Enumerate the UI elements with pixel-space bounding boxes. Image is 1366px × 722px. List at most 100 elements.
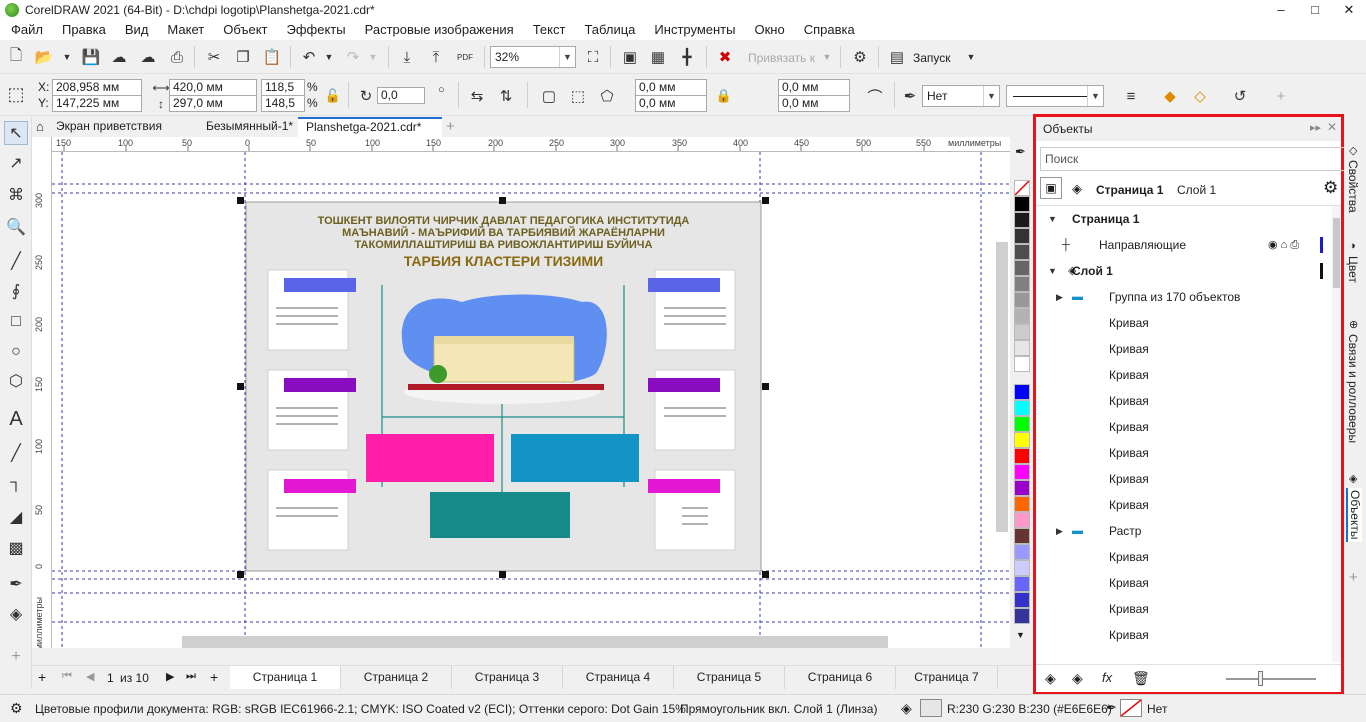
objects-tree-row[interactable]: Кривая bbox=[1036, 414, 1332, 440]
new-layer-icon[interactable]: ◈ bbox=[1045, 670, 1056, 687]
palette-swatch[interactable] bbox=[1014, 544, 1030, 560]
palette-swatch[interactable] bbox=[1014, 496, 1030, 512]
snap-to-label[interactable]: Привязать к bbox=[748, 51, 815, 65]
drawing-canvas[interactable]: ТОШКЕНТ ВИЛОЯТИ ЧИРЧИК ДАВЛАТ ПЕДАГОГИКА… bbox=[52, 152, 1010, 648]
scalloped-corner-icon[interactable]: ⬚ bbox=[567, 85, 589, 107]
full-screen-preview-icon[interactable]: ▣ bbox=[619, 46, 641, 68]
palette-swatch[interactable] bbox=[1014, 608, 1030, 624]
tab-untitled-1[interactable]: Безымянный-1* bbox=[182, 117, 298, 137]
to-front-icon[interactable]: ◆ bbox=[1159, 85, 1181, 107]
cut-icon[interactable]: ✂ bbox=[203, 46, 225, 68]
current-page-label[interactable]: Страница 1 bbox=[1096, 183, 1163, 197]
palette-swatch[interactable] bbox=[1014, 560, 1030, 576]
paste-icon[interactable]: 📋 bbox=[261, 46, 283, 68]
launch-label[interactable]: Запуск bbox=[913, 51, 951, 65]
palette-swatch[interactable] bbox=[1014, 196, 1030, 212]
prev-page-icon[interactable]: ◀ bbox=[86, 670, 94, 683]
menu-table[interactable]: Таблица bbox=[578, 20, 641, 40]
objects-tree-row[interactable]: Кривая bbox=[1036, 570, 1332, 596]
color-settings-gear-icon[interactable]: ⚙ bbox=[10, 700, 23, 717]
corner-radius-top-right[interactable]: 0,0 мм bbox=[778, 79, 850, 96]
palette-swatch[interactable] bbox=[1014, 308, 1030, 324]
corner-radius-bottom-left[interactable]: 0,0 мм bbox=[635, 95, 707, 112]
freehand-tool-icon[interactable]: ╱ bbox=[4, 249, 28, 273]
drop-shadow-tool-icon[interactable]: ◢ bbox=[4, 505, 28, 529]
add-page-after-icon[interactable]: + bbox=[210, 669, 218, 685]
polygon-tool-icon[interactable]: ⬡ bbox=[4, 369, 28, 393]
palette-swatch[interactable] bbox=[1014, 276, 1030, 292]
menu-object[interactable]: Объект bbox=[217, 20, 273, 40]
mirror-horizontal-icon[interactable]: ⇆ bbox=[466, 85, 488, 107]
import-icon[interactable]: ⤓ bbox=[396, 46, 418, 68]
connector-tool-icon[interactable]: ┐ bbox=[4, 471, 28, 495]
expand-right-icon[interactable]: ▶ bbox=[1056, 284, 1063, 310]
chamfered-corner-icon[interactable]: ⬠ bbox=[596, 85, 618, 107]
next-page-icon[interactable]: ▶ bbox=[166, 670, 174, 683]
new-symbol-icon[interactable]: fx bbox=[1102, 670, 1112, 685]
y-position-field[interactable]: 147,225 мм bbox=[52, 95, 142, 112]
new-document-icon[interactable]: 🗋 bbox=[5, 46, 27, 68]
zoom-to-page-icon[interactable]: ⛶ bbox=[582, 46, 604, 68]
tab-planshetga[interactable]: Planshetga-2021.cdr* bbox=[298, 117, 442, 137]
objects-tree-row[interactable]: ┼ Направляющие ◉ ⌂ ⎙ bbox=[1036, 232, 1332, 258]
zoom-tool-icon[interactable]: 🔍 bbox=[4, 215, 28, 239]
add-docker-icon[interactable]: + bbox=[1349, 569, 1358, 586]
mirror-vertical-icon[interactable]: ⇅ bbox=[495, 85, 517, 107]
delete-icon[interactable]: 🗑 bbox=[1132, 670, 1150, 687]
palette-swatch[interactable] bbox=[1014, 260, 1030, 276]
thumbnail-size-slider-handle[interactable] bbox=[1258, 671, 1263, 686]
objects-tree-row[interactable]: Кривая bbox=[1036, 388, 1332, 414]
objects-tree-row[interactable]: Кривая bbox=[1036, 362, 1332, 388]
page-tab[interactable]: Страница 7 bbox=[896, 666, 998, 689]
palette-swatch[interactable] bbox=[1014, 432, 1030, 448]
transparency-tool-icon[interactable]: ▩ bbox=[4, 536, 28, 560]
menu-bitmaps[interactable]: Растровые изображения bbox=[359, 20, 520, 40]
maximize-button[interactable]: □ bbox=[1298, 0, 1332, 20]
page-tab[interactable]: Страница 4 bbox=[563, 666, 674, 689]
palette-swatch[interactable] bbox=[1014, 324, 1030, 340]
objects-search-input[interactable]: Поиск bbox=[1040, 147, 1345, 171]
page-tab[interactable]: Страница 6 bbox=[785, 666, 896, 689]
palette-swatch[interactable] bbox=[1014, 528, 1030, 544]
new-tab-icon[interactable]: + bbox=[446, 117, 466, 137]
palette-swatch[interactable] bbox=[1014, 592, 1030, 608]
menu-text[interactable]: Текст bbox=[527, 20, 572, 40]
add-tool-icon[interactable]: + bbox=[4, 645, 28, 669]
outline-pen-icon[interactable]: ✒ bbox=[899, 85, 921, 107]
docker-close-icon[interactable]: ✕ bbox=[1327, 120, 1337, 134]
eyedropper-icon[interactable]: ✒ bbox=[1015, 144, 1026, 160]
scale-y-field[interactable]: 148,5 bbox=[261, 95, 305, 112]
objects-tree-row[interactable]: ▶ ▬ Группа из 170 объектов bbox=[1036, 284, 1332, 310]
add-page-before-icon[interactable]: + bbox=[38, 669, 46, 685]
palette-swatch[interactable] bbox=[1014, 400, 1030, 416]
show-grid-icon[interactable]: ▦ bbox=[647, 46, 669, 68]
visibility-lock-print-icons[interactable]: ◉ ⌂ ⎙ bbox=[1268, 232, 1299, 258]
palette-swatch[interactable] bbox=[1014, 512, 1030, 528]
interactive-fill-tool-icon[interactable]: ◈ bbox=[4, 602, 28, 626]
open-folder-icon[interactable]: 📂 bbox=[33, 46, 55, 68]
objects-tree-row[interactable]: Кривая bbox=[1036, 492, 1332, 518]
page-tab[interactable]: Страница 5 bbox=[674, 666, 785, 689]
current-layer-label[interactable]: Слой 1 bbox=[1177, 183, 1216, 197]
width-field[interactable]: 420,0 мм bbox=[169, 79, 257, 96]
export-icon[interactable]: ⤒ bbox=[425, 46, 447, 68]
page-tab[interactable]: Страница 1 bbox=[230, 666, 341, 689]
menu-help[interactable]: Справка bbox=[798, 20, 861, 40]
docker-collapse-icon[interactable]: ▸▸ bbox=[1310, 121, 1321, 134]
palette-swatch[interactable] bbox=[1014, 464, 1030, 480]
snap-dropdown-icon[interactable]: ▼ bbox=[816, 46, 838, 68]
tab-color[interactable]: Цвет bbox=[1346, 256, 1360, 283]
convert-to-curves-icon[interactable]: ↺ bbox=[1229, 85, 1251, 107]
expand-down-icon[interactable]: ▼ bbox=[1048, 206, 1057, 232]
object-origin-icon[interactable]: ⬚ bbox=[5, 83, 27, 105]
zoom-level-combo[interactable]: 32% ▼ bbox=[490, 46, 576, 68]
horizontal-scrollbar-thumb[interactable] bbox=[182, 636, 888, 648]
undo-dropdown-icon[interactable]: ▼ bbox=[318, 46, 340, 68]
rectangle-tool-icon[interactable]: □ bbox=[4, 310, 28, 334]
round-corner-icon[interactable]: ▢ bbox=[538, 85, 560, 107]
add-toolbar-item-icon[interactable]: + bbox=[1270, 85, 1292, 107]
menu-file[interactable]: Файл bbox=[5, 20, 49, 40]
tab-objects[interactable]: Объекты bbox=[1346, 488, 1362, 542]
objects-tree-row[interactable]: Кривая bbox=[1036, 466, 1332, 492]
minimize-button[interactable]: – bbox=[1264, 0, 1298, 20]
